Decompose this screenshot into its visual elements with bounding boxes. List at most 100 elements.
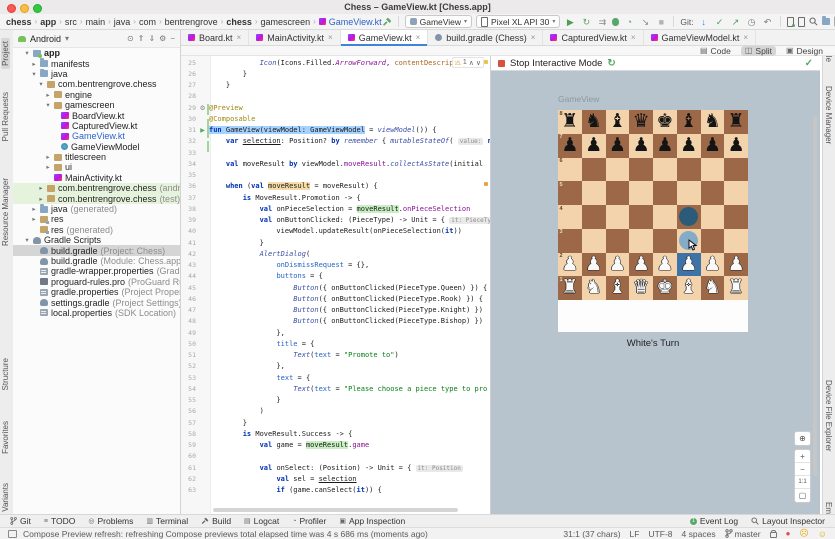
zoom-actual-size-button[interactable]: 1:1 xyxy=(795,476,810,489)
code-line[interactable]: 52 }, xyxy=(181,361,490,372)
code-line[interactable]: 62 val sel = selection xyxy=(181,473,490,484)
preview-scrollbar[interactable] xyxy=(813,116,817,476)
board-square[interactable]: ♟ xyxy=(653,134,677,158)
code-line[interactable]: 59 val game = moveResult.game xyxy=(181,440,490,451)
board-square[interactable]: ♝ xyxy=(677,276,701,300)
board-square[interactable] xyxy=(724,158,748,182)
feedback-happy-icon[interactable]: ☺ xyxy=(818,529,827,539)
chevron-collapsed-icon[interactable]: ▸ xyxy=(38,195,44,203)
code-line[interactable]: 29⚙@Preview xyxy=(181,102,490,113)
board-square[interactable] xyxy=(606,229,630,253)
build-hammer-icon[interactable] xyxy=(382,17,392,27)
zoom-to-fit-button[interactable]: ▢ xyxy=(795,489,810,502)
tree-item-settings-gradle[interactable]: settings.gradle (Project Settings) xyxy=(13,297,180,307)
board-square[interactable] xyxy=(677,181,701,205)
board-square[interactable] xyxy=(582,181,606,205)
tree-item-ui[interactable]: ▸ui xyxy=(13,162,180,172)
project-structure-icon[interactable] xyxy=(822,18,830,25)
horizontal-scrollbar[interactable] xyxy=(213,508,458,512)
apply-changes-button[interactable]: ↻ xyxy=(580,17,592,27)
code-line[interactable]: 45 Button({ onButtonClicked(PieceType.Qu… xyxy=(181,282,490,293)
chevron-collapsed-icon[interactable]: ▸ xyxy=(45,163,51,171)
board-square[interactable]: ♞ xyxy=(701,110,725,134)
board-square[interactable]: ♟ xyxy=(606,253,630,277)
code-line[interactable]: 42 AlertDialog( xyxy=(181,248,490,259)
board-square[interactable]: 6 xyxy=(558,158,582,182)
device-select[interactable]: Pixel XL API 30 ▾ xyxy=(476,15,560,28)
code-line[interactable]: 25 Icon(Icons.Filled.ArrowForward, conte… xyxy=(181,57,490,68)
feedback-sad-icon[interactable]: ☹ xyxy=(799,528,808,539)
board-square[interactable]: 4 xyxy=(558,205,582,229)
preview-settings-gutter-icon[interactable]: ⚙ xyxy=(196,104,209,112)
close-tab-icon[interactable]: × xyxy=(631,33,636,42)
code-line[interactable]: 47 Button({ onButtonClicked(PieceType.Kn… xyxy=(181,305,490,316)
mode-button-split[interactable]: ◫Split xyxy=(741,46,776,56)
board-square[interactable]: ♟ xyxy=(701,253,725,277)
board-square[interactable]: 8♜ xyxy=(558,110,582,134)
tool-stripe-structure[interactable]: Structure xyxy=(1,358,10,390)
git-commit-button[interactable]: ✓ xyxy=(714,17,726,27)
board-square[interactable]: ♟ xyxy=(629,253,653,277)
board-square[interactable] xyxy=(701,181,725,205)
code-editor[interactable]: 25 Icon(Icons.Filled.ArrowForward, conte… xyxy=(181,56,490,514)
code-line[interactable]: 34 val moveResult by viewModel.moveResul… xyxy=(181,158,490,169)
board-square[interactable] xyxy=(606,205,630,229)
tool-window-button-app-inspection[interactable]: ▣App Inspection xyxy=(339,516,405,526)
tree-item-engine[interactable]: ▸engine xyxy=(13,90,180,100)
board-square[interactable]: ♜ xyxy=(724,276,748,300)
project-view-select[interactable]: Android xyxy=(30,34,61,44)
run-button[interactable]: ▶ xyxy=(564,17,576,27)
tree-item-mainactivity-kt[interactable]: MainActivity.kt xyxy=(13,173,180,183)
tool-window-button-todo[interactable]: ≡TODO xyxy=(44,516,76,526)
code-line[interactable]: 40 viewModel.updateResult(onPieceSelecti… xyxy=(181,226,490,237)
breadcrumb-item[interactable]: main xyxy=(86,17,106,27)
tree-item-com-bentrengrove-chess[interactable]: ▾com.bentrengrove.chess xyxy=(13,79,180,89)
mode-button-design[interactable]: ▣Design xyxy=(782,46,827,56)
board-square[interactable]: 5 xyxy=(558,181,582,205)
indent-setting[interactable]: 4 spaces xyxy=(682,529,716,539)
board-square[interactable]: ♟ xyxy=(724,134,748,158)
board-square[interactable]: ♛ xyxy=(629,110,653,134)
code-line[interactable]: 50 title = { xyxy=(181,338,490,349)
editor-tab-gameview-kt[interactable]: GameView.kt× xyxy=(341,30,429,45)
board-square[interactable]: ♛ xyxy=(629,276,653,300)
board-square[interactable]: ♝ xyxy=(606,276,630,300)
tool-window-button-event-log[interactable]: 1Event Log xyxy=(690,516,738,526)
tree-item-boardview-kt[interactable]: BoardView.kt xyxy=(13,110,180,120)
prev-issue-icon[interactable]: ∧ xyxy=(469,59,474,67)
inspections-widget[interactable]: ⚠ 1 ∧ ∨ xyxy=(452,57,484,68)
editor-tab-capturedview-kt[interactable]: CapturedView.kt× xyxy=(543,30,643,45)
background-task-icon[interactable] xyxy=(8,530,17,538)
board-square[interactable]: ♟ xyxy=(582,134,606,158)
close-tab-icon[interactable]: × xyxy=(416,33,421,42)
code-line[interactable]: 38 val onPieceSelection = moveResult.onP… xyxy=(181,203,490,214)
git-update-button[interactable]: ↓ xyxy=(698,17,710,27)
apply-code-changes-button[interactable]: ⇉ xyxy=(596,17,608,27)
board-square[interactable] xyxy=(724,181,748,205)
stop-button[interactable]: ■ xyxy=(655,17,667,27)
tree-item-proguard-rules-pro[interactable]: proguard-rules.pro (ProGuard Rules for C… xyxy=(13,277,180,287)
code-line[interactable]: 30@Composable xyxy=(181,113,490,124)
git-branch-widget[interactable]: master xyxy=(725,529,761,539)
code-line[interactable]: 32 var selection: Position? by remember … xyxy=(181,136,490,147)
debug-button[interactable] xyxy=(612,18,619,26)
tool-stripe-favorites[interactable]: Favorites xyxy=(1,421,10,454)
code-line[interactable]: 33 xyxy=(181,147,490,158)
tree-item-java[interactable]: ▾java xyxy=(13,69,180,79)
file-encoding[interactable]: UTF-8 xyxy=(648,529,672,539)
chevron-collapsed-icon[interactable]: ▸ xyxy=(31,205,37,213)
board-square[interactable] xyxy=(653,229,677,253)
chevron-expanded-icon[interactable]: ▾ xyxy=(45,101,51,109)
board-square[interactable]: 1♜ xyxy=(558,276,582,300)
chevron-collapsed-icon[interactable]: ▸ xyxy=(31,60,37,68)
code-line[interactable]: 28 xyxy=(181,91,490,102)
editor-tab-build-gradle-chess-[interactable]: build.gradle (Chess)× xyxy=(428,30,543,45)
board-square[interactable] xyxy=(606,158,630,182)
tree-item-capturedview-kt[interactable]: CapturedView.kt xyxy=(13,121,180,131)
board-square[interactable] xyxy=(701,229,725,253)
tree-item-gamescreen[interactable]: ▾gamescreen xyxy=(13,100,180,110)
lock-icon[interactable] xyxy=(770,532,777,538)
chevron-collapsed-icon[interactable]: ▸ xyxy=(45,91,51,99)
board-square[interactable] xyxy=(629,158,653,182)
tree-item-gradle-properties[interactable]: gradle.properties (Project Properties) xyxy=(13,287,180,297)
